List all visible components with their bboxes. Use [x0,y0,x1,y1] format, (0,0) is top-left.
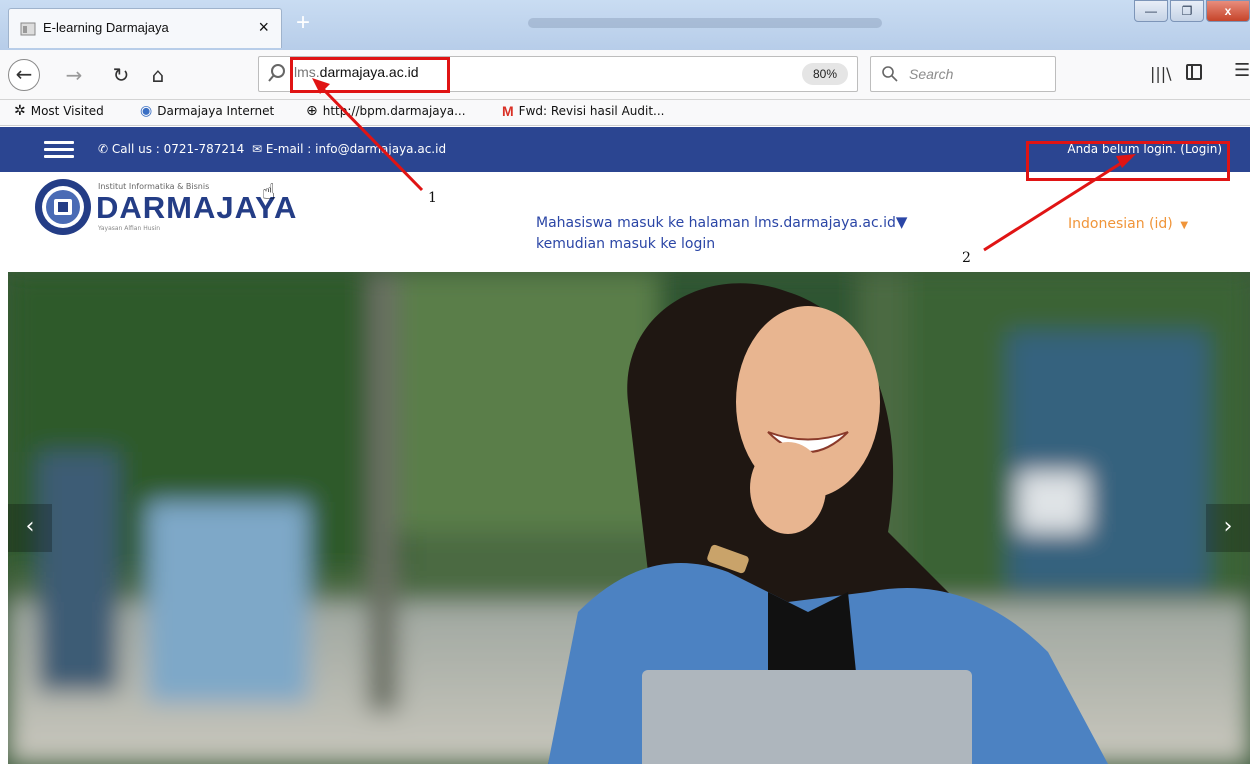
gmail-icon: M [502,103,514,119]
annotation-number-1: 1 [428,190,437,206]
caret-down-icon: ▼ [1177,220,1189,231]
window-controls: — ❐ x [1132,0,1250,24]
hamburger-menu-icon[interactable] [44,141,74,159]
menu-icon[interactable]: ☰ [1234,60,1250,81]
contact-call: Call us : 0721-787214 [111,142,245,156]
window-title-blurred [528,18,882,28]
site-header: Institut Informatika & Bisnis DARMAJAYA … [0,172,1250,272]
page-favicon-icon [20,22,36,36]
globe-icon: ◉ [140,103,153,119]
minimize-button[interactable]: — [1134,0,1168,22]
bookmark-darmajaya-internet[interactable]: ◉ Darmajaya Internet [140,104,274,118]
language-label: Indonesian (id) [1068,216,1173,232]
new-tab-button[interactable]: + [290,10,316,38]
zoom-badge[interactable]: 80% [802,63,848,85]
carousel-prev-button[interactable]: ‹ [8,504,52,552]
reload-button[interactable]: ↻ [105,59,137,91]
search-bar[interactable]: Search [870,56,1056,92]
contact-info: ✆ Call us : 0721-787214 ✉ E-mail : info@… [98,142,446,156]
mail-icon: ✉ [251,142,263,156]
contact-email: E-mail : info@darmajaya.ac.id [265,142,447,156]
language-selector[interactable]: Indonesian (id) ▼ [1068,216,1188,232]
annotation-box-login [1026,141,1230,181]
bookmark-most-visited[interactable]: ✲ Most Visited [14,104,104,118]
phone-icon: ✆ [98,142,109,156]
tab-title: E-learning Darmajaya [43,20,169,35]
bookmark-bpm[interactable]: ⊕ http://bpm.darmajaya... [306,104,466,118]
gear-icon: ✲ [14,103,26,119]
sidebar-toggle-icon[interactable] [1186,64,1202,80]
maximize-button[interactable]: ❐ [1170,0,1204,22]
bookmark-fwd-revisi[interactable]: M Fwd: Revisi hasil Audit... [502,104,665,118]
search-icon [268,64,285,82]
note-line-2: kemudian masuk ke login [536,236,716,252]
tab-close-icon[interactable]: × [258,17,269,38]
browser-window: E-learning Darmajaya × + — ❐ x ← → ↻ ⌂ l… [0,0,1250,764]
bookmark-label: Most Visited [30,104,104,118]
search-icon [882,66,898,82]
instruction-note: Mahasiswa masuk ke halaman lms.darmajaya… [536,212,976,255]
bookmark-label: Fwd: Revisi hasil Audit... [518,104,665,118]
annotation-number-2: 2 [962,250,971,266]
bookmark-label: Darmajaya Internet [157,104,275,118]
library-icon[interactable]: |||\ [1150,64,1172,83]
down-arrow-icon: ▼ [895,213,908,231]
logo-seal-icon[interactable] [34,178,92,236]
annotation-box-url [290,57,450,93]
note-line-1: Mahasiswa masuk ke halaman lms.darmajaya… [536,215,896,231]
hand-cursor-icon: ☝ [262,180,276,205]
back-button[interactable]: ← [8,59,40,91]
forward-button[interactable]: → [58,59,90,91]
bookmarks-bar: ✲ Most Visited ◉ Darmajaya Internet ⊕ ht… [0,100,1250,126]
tab-elearning[interactable]: E-learning Darmajaya × [8,8,282,48]
hero-image [8,272,1250,764]
tab-bar: E-learning Darmajaya × + — ❐ x [0,0,1250,50]
home-button[interactable]: ⌂ [142,59,174,91]
logo-tagline: Yayasan Alfian Husin [98,225,161,232]
hero-carousel: ‹ › [8,272,1250,764]
web-icon: ⊕ [306,103,318,119]
search-placeholder: Search [909,66,954,82]
close-window-button[interactable]: x [1206,0,1250,22]
bookmark-label: http://bpm.darmajaya... [322,104,466,118]
carousel-next-button[interactable]: › [1206,504,1250,552]
